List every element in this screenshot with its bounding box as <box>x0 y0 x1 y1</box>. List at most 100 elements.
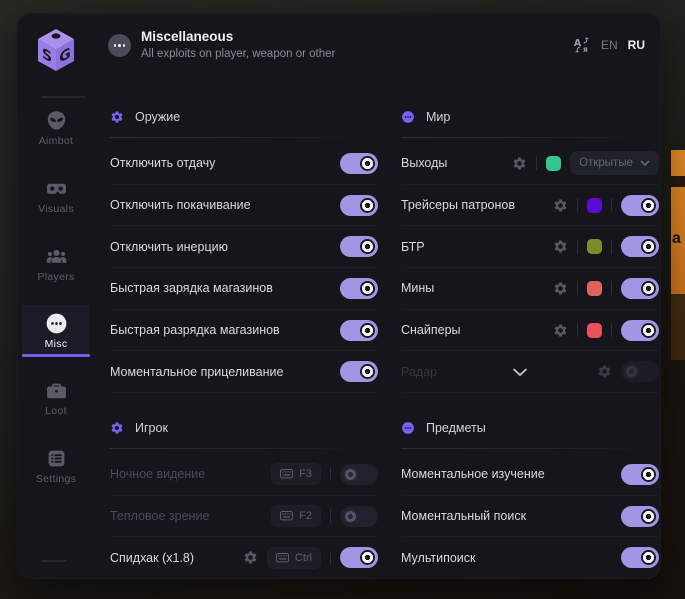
sidebar-item-label: Players <box>17 271 95 283</box>
setting-label: Быстрая зарядка магазинов <box>110 281 273 295</box>
ellipsis-icon <box>108 34 131 57</box>
toggle[interactable] <box>340 547 378 568</box>
gear-icon[interactable] <box>243 550 258 565</box>
sidebar-item-settings[interactable]: Settings <box>17 448 95 485</box>
dots-circle-icon <box>401 110 415 124</box>
toggle[interactable] <box>621 464 659 485</box>
separator <box>536 156 537 170</box>
vr-goggles-icon <box>46 178 67 199</box>
section-player: Игрок Ночное видение F3 Тепловое зрение <box>110 417 378 579</box>
toggle[interactable] <box>621 547 659 568</box>
sidebar-item-aimbot[interactable]: Aimbot <box>17 110 95 147</box>
sidebar-dash <box>41 560 67 562</box>
setting-label: Моментальное изучение <box>401 467 545 481</box>
toggle[interactable] <box>340 320 378 341</box>
svg-text:я: я <box>583 45 588 54</box>
section-title: Игрок <box>135 421 168 435</box>
setting-row: Снайперы <box>401 310 659 352</box>
toggle-knob <box>624 364 639 379</box>
setting-label: Ночное видение <box>110 467 205 481</box>
setting-row: Моментальное изучение <box>401 454 659 496</box>
separator <box>577 281 578 295</box>
toggle[interactable] <box>621 278 659 299</box>
separator <box>611 281 612 295</box>
sidebar-item-visuals[interactable]: Visuals <box>17 178 95 215</box>
section-weapon: Оружие Отключить отдачу Отключить покачи… <box>110 106 378 393</box>
setting-row: Выходы Открытые <box>401 143 659 185</box>
toggle-knob <box>360 323 375 338</box>
team-icon <box>46 246 67 267</box>
gear-icon[interactable] <box>553 239 568 254</box>
chevron-down-icon[interactable] <box>512 367 528 376</box>
setting-row: Быстрая разрядка магазинов <box>110 310 378 352</box>
gear-icon[interactable] <box>553 198 568 213</box>
page-subtitle: All exploits on player, weapon or other <box>141 48 335 60</box>
toggle[interactable] <box>340 278 378 299</box>
setting-row: Спидхак (x1.8) Ctrl <box>110 537 378 579</box>
sidebar-item-loot[interactable]: Loot <box>17 380 95 417</box>
background-artifact: a <box>671 150 685 294</box>
separator <box>611 198 612 212</box>
keyboard-icon <box>276 553 289 563</box>
toggle-knob <box>343 467 358 482</box>
toggle-knob <box>360 550 375 565</box>
setting-row: Радар <box>401 351 659 393</box>
sidebar-item-players[interactable]: Players <box>17 246 95 283</box>
lang-ru-button[interactable]: RU <box>628 38 645 52</box>
briefcase-icon <box>46 380 67 401</box>
setting-label: Моментальный поиск <box>401 509 526 523</box>
gear-icon[interactable] <box>512 156 527 171</box>
chevron-down-icon <box>640 160 650 166</box>
toggle-knob <box>641 509 656 524</box>
section-divider <box>401 137 659 138</box>
hotkey-badge[interactable]: F2 <box>271 505 321 527</box>
toggle[interactable] <box>340 361 378 382</box>
dots-circle-icon <box>401 421 415 435</box>
toggle[interactable] <box>340 506 378 527</box>
section-title: Предметы <box>426 421 486 435</box>
toggle-knob <box>641 198 656 213</box>
gear-icon[interactable] <box>553 281 568 296</box>
toggle[interactable] <box>621 320 659 341</box>
toggle[interactable] <box>340 236 378 257</box>
color-swatch[interactable] <box>546 156 561 171</box>
separator <box>611 323 612 337</box>
color-swatch[interactable] <box>587 198 602 213</box>
toggle[interactable] <box>621 506 659 527</box>
color-swatch[interactable] <box>587 281 602 296</box>
toggle[interactable] <box>621 361 659 382</box>
toggle-knob <box>360 281 375 296</box>
hotkey-badge[interactable]: Ctrl <box>267 547 321 569</box>
toggle-knob <box>641 239 656 254</box>
color-swatch[interactable] <box>587 239 602 254</box>
setting-label: Быстрая разрядка магазинов <box>110 323 280 337</box>
sidebar-item-misc[interactable]: Misc <box>22 305 90 357</box>
separator <box>577 240 578 254</box>
lang-en-button[interactable]: EN <box>601 38 618 52</box>
separator <box>330 467 331 481</box>
gear-icon[interactable] <box>553 323 568 338</box>
exits-dropdown[interactable]: Открытые <box>570 151 659 175</box>
setting-row: Мультипоиск <box>401 537 659 579</box>
color-swatch[interactable] <box>587 323 602 338</box>
toggle[interactable] <box>340 464 378 485</box>
setting-row: Ночное видение F3 <box>110 454 378 496</box>
setting-row: Отключить инерцию <box>110 226 378 268</box>
toggle-knob <box>360 198 375 213</box>
keyboard-icon <box>280 511 293 521</box>
gear-icon[interactable] <box>597 364 612 379</box>
setting-row: Тепловое зрение F2 <box>110 496 378 538</box>
hotkey-badge[interactable]: F3 <box>271 463 321 485</box>
setting-label: Отключить покачивание <box>110 198 251 212</box>
toggle[interactable] <box>340 153 378 174</box>
active-tab-underline <box>22 354 90 357</box>
toggle-knob <box>641 281 656 296</box>
svg-text:A: A <box>574 38 582 49</box>
toggle[interactable] <box>621 195 659 216</box>
separator <box>611 240 612 254</box>
setting-label: Мультипоиск <box>401 551 476 565</box>
setting-row: Моментальное прицеливание <box>110 351 378 393</box>
section-header: Предметы <box>401 417 659 439</box>
toggle[interactable] <box>621 236 659 257</box>
toggle[interactable] <box>340 195 378 216</box>
